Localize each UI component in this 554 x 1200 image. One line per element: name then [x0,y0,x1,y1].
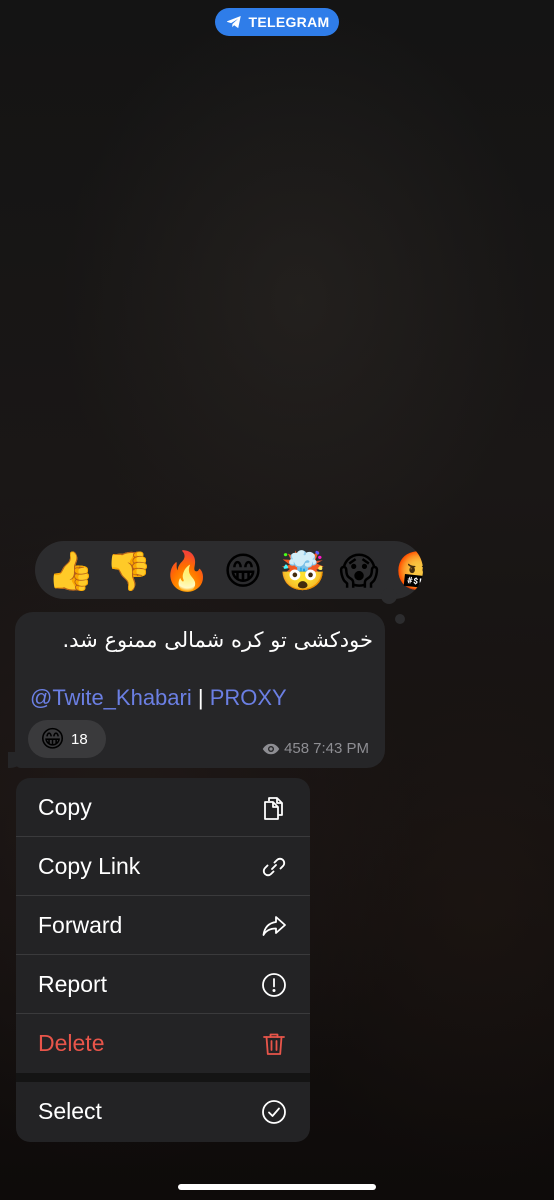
view-count: 458 [284,740,310,757]
message-time: 7:43 PM [313,740,369,757]
link-icon [262,857,286,876]
menu-item-label: Delete [38,1030,105,1056]
message-text: خودکشی تو کره شمالی ممنوع شد. [62,628,373,652]
reaction-cursing[interactable]: 🤬 [395,549,423,593]
channel-link[interactable]: @Twite_Khabari [30,685,192,710]
menu-item-label: Copy [38,794,92,820]
menu-item-label: Report [38,971,108,997]
checkmark-circle-icon [262,1099,286,1124]
home-indicator[interactable] [178,1184,376,1190]
menu-item-delete[interactable]: Delete [16,1014,310,1073]
message-meta: 458 7:43 PM [262,740,369,757]
reaction-picker-tail-dot [395,614,405,624]
context-menu: Copy Copy Link Forward Report Delete Sel… [16,778,310,1142]
menu-item-report[interactable]: Report [16,955,310,1014]
reaction-thumbs-down[interactable]: 👎 [105,549,152,593]
reaction-grin[interactable]: 😁 [221,549,265,593]
reaction-chip-emoji: 😁 [40,725,66,753]
brand-label: TELEGRAM [248,14,330,30]
reaction-fire[interactable]: 🔥 [163,549,210,593]
link-separator: | [191,685,210,710]
report-icon [262,972,286,997]
reaction-chip-count: 18 [71,730,88,748]
reaction-mind-blown[interactable]: 🤯 [279,549,326,593]
menu-item-copy-link[interactable]: Copy Link [16,837,310,896]
message-bubble[interactable]: خودکشی تو کره شمالی ممنوع شد. @Twite_Kha… [15,612,385,768]
telegram-plane-icon [226,16,241,29]
menu-item-label: Select [38,1098,102,1124]
telegram-badge: TELEGRAM [215,8,339,36]
copy-icon [264,796,283,820]
reaction-thumbs-up[interactable]: 👍 [47,549,94,593]
menu-item-select[interactable]: Select [16,1082,310,1141]
reaction-picker-tail [381,588,397,604]
menu-item-copy[interactable]: Copy [16,778,310,837]
message-footer-links: @Twite_Khabari | PROXY [30,684,287,712]
menu-group-divider [16,1073,310,1082]
reaction-picker: 👍 👎 🔥 😁 🤯 😱 🤬 [35,541,423,599]
proxy-link[interactable]: PROXY [210,685,287,710]
reaction-scream[interactable]: 😱 [337,549,381,593]
eye-icon [262,743,280,754]
menu-item-label: Forward [38,912,123,938]
reaction-chip[interactable]: 😁 18 [28,720,106,758]
menu-item-forward[interactable]: Forward [16,896,310,955]
trash-icon [263,1033,285,1055]
menu-item-label: Copy Link [38,853,141,879]
forward-icon [262,915,286,936]
